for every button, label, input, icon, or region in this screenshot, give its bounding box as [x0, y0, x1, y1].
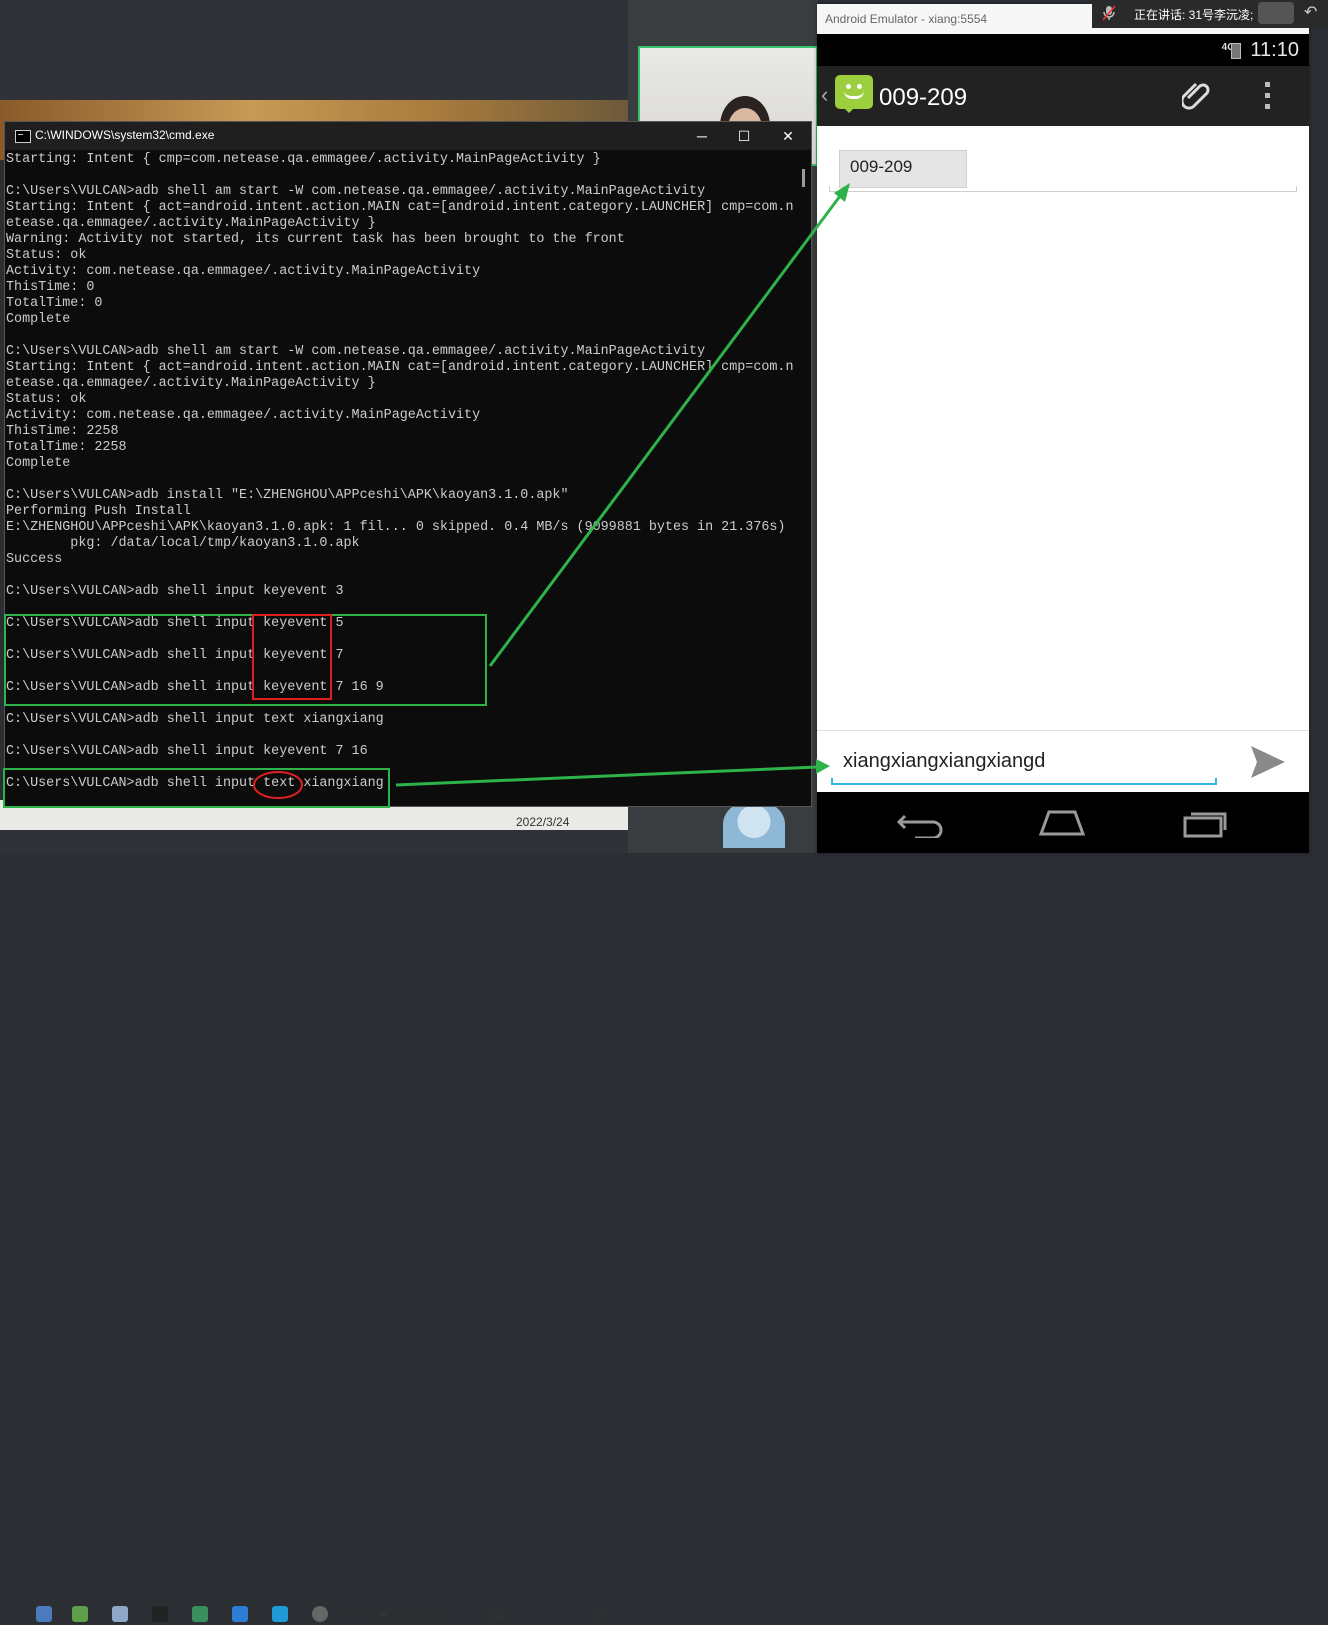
taskbar-app-icon[interactable] — [192, 1606, 208, 1622]
send-icon[interactable] — [1249, 744, 1287, 780]
messaging-action-bar: ‹ 009-209 — [817, 66, 1309, 126]
terminal-line: Performing Push Install — [6, 504, 191, 519]
terminal-line: C:\Users\VULCAN>adb shell input keyevent… — [6, 616, 344, 631]
participant-avatar[interactable] — [723, 800, 785, 848]
messaging-app-icon[interactable] — [835, 75, 873, 113]
compose-divider — [817, 730, 1309, 731]
android-nav-bar — [817, 792, 1309, 853]
attach-paperclip-icon[interactable] — [1182, 80, 1210, 112]
desktop-background — [0, 0, 628, 100]
terminal-line: TotalTime: 0 — [6, 296, 103, 311]
terminal-line: ThisTime: 2258 — [6, 424, 119, 439]
taskbar-app-icon[interactable] — [36, 1606, 52, 1622]
terminal-line: C:\Users\VULCAN>adb shell am start -W co… — [6, 184, 706, 199]
terminal-line: C:\Users\VULCAN>adb shell input text xia… — [6, 712, 384, 727]
taskbar-app-icon[interactable] — [112, 1606, 128, 1622]
recents-nav-icon[interactable] — [1179, 806, 1229, 838]
terminal-line: C:\Users\VULCAN>adb shell input keyevent… — [6, 584, 344, 599]
terminal-line: Warning: Activity not started, its curre… — [6, 232, 625, 247]
return-arrow-icon[interactable]: ↶ — [1304, 2, 1317, 22]
speaker-avatar — [1258, 2, 1294, 24]
taskbar-app-icon[interactable] — [232, 1606, 248, 1622]
terminal-line: Activity: com.netease.qa.emmagee/.activi… — [6, 408, 481, 423]
terminal-line: C:\Users\VULCAN>adb shell input keyevent… — [6, 680, 384, 695]
cmd-title: C:\WINDOWS\system32\cmd.exe — [35, 128, 215, 142]
minimize-button[interactable]: ─ — [687, 126, 717, 146]
taskbar-date: 2022/3/24 — [516, 815, 570, 829]
emulator-window[interactable]: Android Emulator - xiang:5554 4G 11:10 ‹… — [817, 4, 1309, 853]
terminal-line: Status: ok — [6, 392, 87, 407]
status-time: 11:10 — [1250, 39, 1299, 61]
desktop-background-bottom — [0, 830, 628, 853]
terminal-line: Starting: Intent { act=android.intent.ac… — [6, 360, 794, 375]
terminal-line: Complete — [6, 312, 71, 327]
terminal-line: C:\Users\VULCAN>adb shell input text xia… — [6, 776, 384, 791]
terminal-line: Starting: Intent { cmp=com.netease.qa.em… — [6, 152, 601, 167]
conversation-title: 009-209 — [879, 84, 968, 111]
recipient-field-underline — [829, 186, 1297, 192]
terminal-line: Complete — [6, 456, 71, 471]
scrollbar-thumb[interactable] — [802, 169, 805, 187]
terminal-line: C:\Users\VULCAN>adb shell am start -W co… — [6, 344, 706, 359]
recipient-chip[interactable]: 009-209 — [839, 150, 967, 188]
icon-mouth — [844, 91, 864, 99]
emulator-title: Android Emulator - xiang:5554 — [825, 12, 988, 26]
terminal-line: C:\Users\VULCAN>adb shell input keyevent… — [6, 744, 368, 759]
close-button[interactable]: ✕ — [773, 126, 803, 146]
overflow-menu-icon[interactable] — [1265, 82, 1271, 110]
taskbar-app-icon[interactable] — [272, 1606, 288, 1622]
terminal-line: pkg: /data/local/tmp/kaoyan3.1.0.apk — [6, 536, 360, 551]
terminal-line: etease.qa.emmagee/.activity.MainPageActi… — [6, 376, 376, 391]
network-icon[interactable]: ▭ — [410, 1606, 426, 1622]
message-compose-field[interactable]: xiangxiangxiangxiangd — [843, 750, 1045, 773]
terminal-line: C:\Users\VULCAN>adb install "E:\ZHENGHOU… — [6, 488, 569, 503]
home-nav-icon[interactable] — [1037, 806, 1087, 838]
volume-icon[interactable]: ♪ — [438, 1606, 454, 1622]
microphone-icon[interactable]: ● — [380, 1606, 396, 1622]
terminal-line: E:\ZHENGHOU\APPceshi\APK\kaoyan3.1.0.apk… — [6, 520, 786, 535]
back-nav-icon[interactable] — [895, 806, 945, 838]
microphone-muted-icon[interactable] — [1102, 5, 1116, 21]
taskbar-app-icon[interactable] — [72, 1606, 88, 1622]
maximize-button[interactable]: ☐ — [729, 126, 759, 146]
icon-eye — [846, 84, 851, 89]
terminal-line: C:\Users\VULCAN>adb shell input keyevent… — [6, 648, 344, 663]
taskbar-app-icon[interactable] — [152, 1606, 168, 1622]
terminal-line: TotalTime: 2258 — [6, 440, 127, 455]
cmd-window[interactable]: C:\WINDOWS\system32\cmd.exe ─ ☐ ✕ Starti… — [4, 121, 812, 807]
battery-icon — [1231, 43, 1241, 59]
terminal-line: etease.qa.emmagee/.activity.MainPageActi… — [6, 216, 376, 231]
speaking-status-text: 正在讲话: 31号李沅凌; — [1134, 8, 1254, 22]
back-chevron-icon[interactable]: ‹ — [821, 82, 828, 108]
notification-icon[interactable]: ▢ — [592, 1606, 608, 1622]
icon-eye — [857, 84, 862, 89]
terminal-line: Starting: Intent { act=android.intent.ac… — [6, 200, 794, 215]
terminal-line: ThisTime: 0 — [6, 280, 95, 295]
cmd-titlebar[interactable]: C:\WINDOWS\system32\cmd.exe ─ ☐ ✕ — [5, 122, 811, 150]
android-status-bar: 4G 11:10 — [817, 34, 1309, 66]
terminal-line: Status: ok — [6, 248, 87, 263]
terminal-output[interactable]: Starting: Intent { cmp=com.netease.qa.em… — [6, 151, 796, 806]
chevron-up-icon[interactable]: ^ — [350, 1606, 366, 1622]
ime-indicator[interactable]: 英 — [492, 1606, 508, 1624]
compose-field-underline — [831, 778, 1217, 785]
settings-gear-icon[interactable] — [312, 1606, 328, 1622]
meeting-speaking-bar: 正在讲话: 31号李沅凌; ↶ — [1092, 0, 1328, 28]
terminal-line: Activity: com.netease.qa.emmagee/.activi… — [6, 264, 481, 279]
terminal-line: Success — [6, 552, 63, 567]
terminal-icon — [15, 130, 31, 143]
